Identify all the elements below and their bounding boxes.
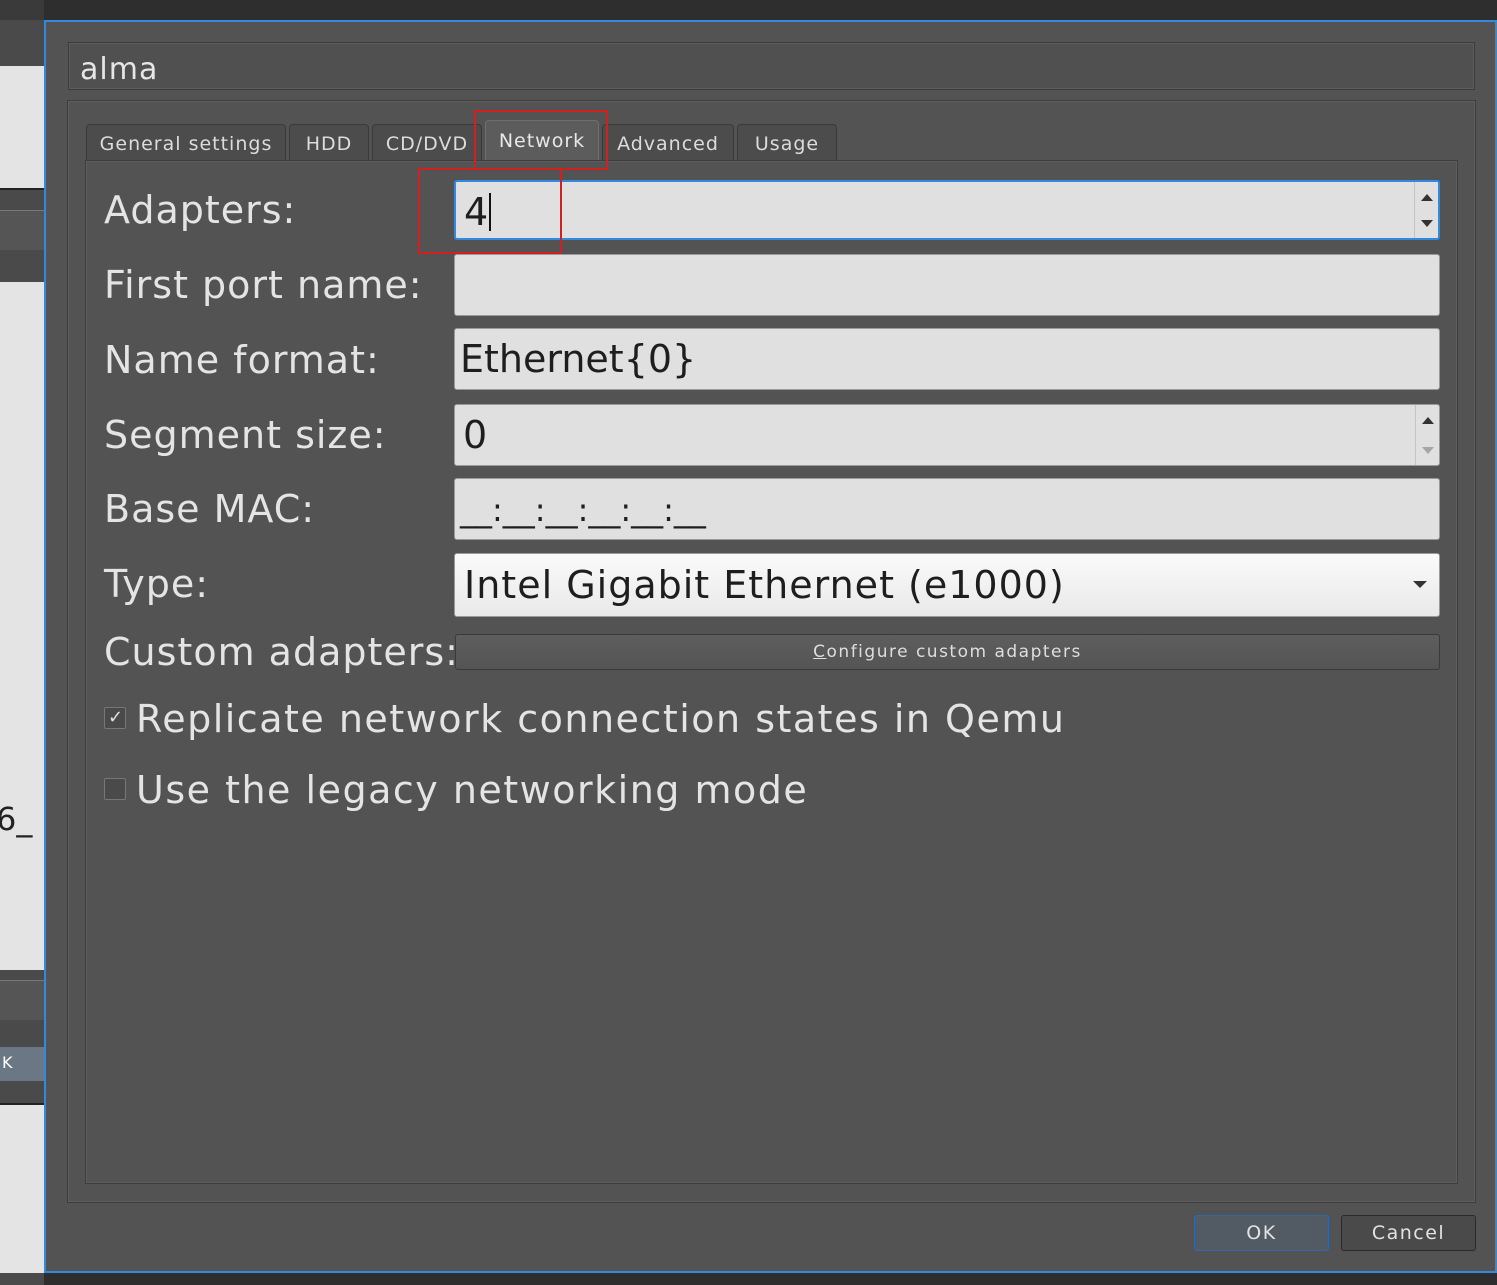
legacy-mode-label[interactable]: Use the legacy networking mode (136, 768, 808, 812)
segment-size-spinbox[interactable]: 0 (454, 404, 1440, 466)
adapters-label: Adapters: (104, 188, 297, 232)
adapters-spinbox[interactable]: 4 (454, 180, 1440, 240)
configure-button-mnemonic: C (813, 642, 827, 662)
custom-adapters-label: Custom adapters: (104, 630, 459, 674)
background-panel-top (0, 66, 44, 190)
cancel-button[interactable]: Cancel (1341, 1215, 1476, 1251)
adapter-type-value: Intel Gigabit Ethernet (e1000) (464, 563, 1065, 607)
spin-down-icon[interactable] (1421, 220, 1433, 227)
name-format-value: Ethernet{0} (460, 337, 697, 381)
spin-up-icon[interactable] (1422, 417, 1434, 424)
first-port-name-label: First port name: (104, 263, 423, 307)
dialog-title: alma (80, 52, 159, 87)
name-format-input[interactable]: Ethernet{0} (454, 328, 1440, 390)
background-bar-bottom (0, 980, 44, 1020)
replicate-states-checkbox[interactable]: ✓ (104, 707, 126, 729)
tab-hdd[interactable]: HDD (289, 124, 369, 162)
segment-size-label: Segment size: (104, 413, 387, 457)
spin-up-icon[interactable] (1421, 194, 1433, 201)
vm-settings-dialog: alma General settings HDD CD/DVD Network… (44, 20, 1497, 1273)
configure-custom-adapters-button[interactable]: Configure custom adapters (455, 634, 1440, 670)
name-format-label: Name format: (104, 338, 380, 382)
adapters-value: 4 (464, 190, 489, 234)
tab-usage[interactable]: Usage (737, 124, 837, 162)
background-toolbar (0, 0, 44, 20)
base-mac-label: Base MAC: (104, 487, 316, 531)
legacy-mode-checkbox[interactable] (104, 778, 126, 800)
first-port-name-input[interactable] (454, 254, 1440, 316)
segment-size-spin-buttons[interactable] (1415, 405, 1439, 465)
tab-general-settings[interactable]: General settings (86, 124, 286, 162)
tab-network[interactable]: Network (485, 120, 599, 164)
configure-button-label: onfigure custom adapters (826, 642, 1082, 662)
background-window: 6_ K (0, 0, 44, 1285)
background-partial-button[interactable]: K (0, 1047, 44, 1081)
chevron-down-icon[interactable] (1413, 581, 1427, 588)
background-bar (0, 210, 44, 250)
adapters-spin-buttons[interactable] (1414, 182, 1438, 238)
text-caret (489, 193, 492, 231)
adapters-value-wrap: 4 (464, 190, 492, 234)
background-partial-text: 6_ (0, 800, 33, 838)
base-mac-value: __:__:__:__:__:__ (460, 491, 706, 529)
background-panel-bottom (0, 1103, 44, 1273)
background-panel-list (0, 282, 44, 970)
segment-size-value: 0 (463, 413, 488, 457)
tab-cd-dvd[interactable]: CD/DVD (372, 124, 482, 162)
replicate-states-label[interactable]: Replicate network connection states in Q… (136, 697, 1065, 741)
tab-advanced[interactable]: Advanced (602, 124, 734, 162)
ok-button[interactable]: OK (1194, 1215, 1329, 1251)
base-mac-input[interactable]: __:__:__:__:__:__ (454, 478, 1440, 540)
checkmark-icon: ✓ (108, 707, 125, 728)
adapter-type-combobox[interactable]: Intel Gigabit Ethernet (e1000) (454, 553, 1440, 617)
type-label: Type: (104, 562, 210, 606)
dialog-title-box: alma (68, 42, 1475, 90)
spin-down-icon (1422, 447, 1434, 454)
